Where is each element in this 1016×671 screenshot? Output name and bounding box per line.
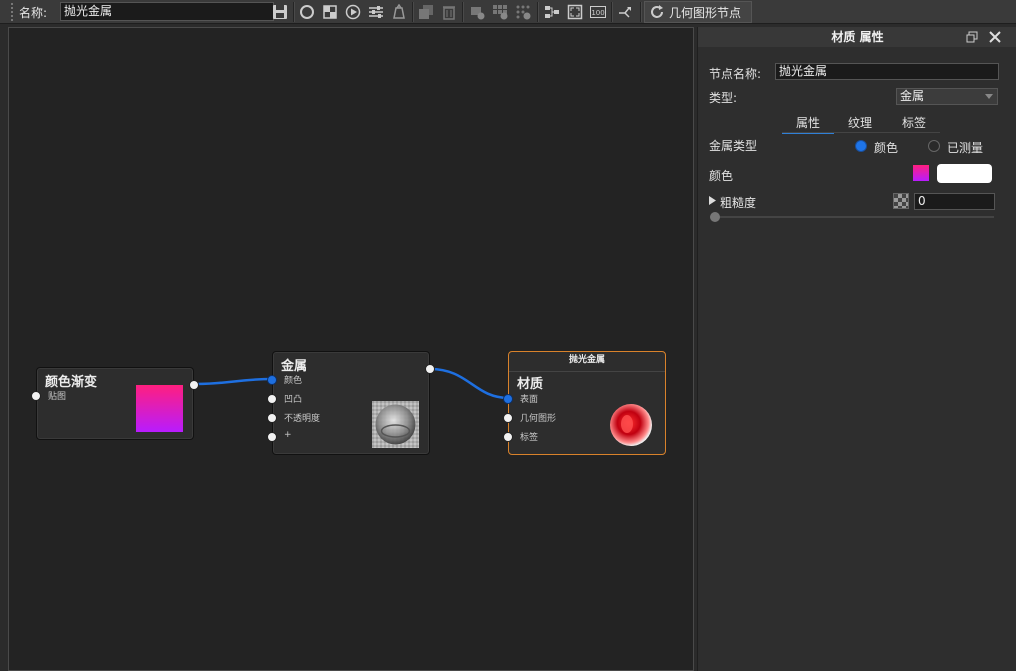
sliders-icon[interactable] (366, 2, 386, 22)
split-connection-icon[interactable] (616, 2, 636, 22)
roughness-slider-handle[interactable] (710, 212, 720, 222)
toolbar: 名称: 100 (0, 0, 1016, 24)
metal-color-port[interactable] (267, 375, 277, 385)
metal-type-label: 金属类型 (709, 139, 758, 153)
geometry-node-label: 几何图形节点 (669, 5, 742, 20)
color-picker-swatch[interactable] (937, 164, 992, 183)
metal-node-title: 金属 (281, 359, 308, 374)
chevron-down-icon (985, 94, 993, 99)
node-name-field[interactable]: 抛光金属 (775, 63, 999, 80)
tab-properties[interactable]: 属性 (782, 114, 834, 134)
copy-icon[interactable] (416, 2, 436, 22)
zoom-100-icon[interactable]: 100 (588, 2, 608, 22)
float-window-icon[interactable] (964, 29, 980, 45)
tab-texture[interactable]: 纹理 (836, 114, 884, 132)
metal-opacity-port[interactable] (267, 413, 277, 423)
metal-opacity-label: 不透明度 (284, 414, 321, 424)
metal-output-port[interactable] (425, 364, 435, 374)
material-surface-label: 表面 (520, 395, 539, 405)
checker-background-icon[interactable] (320, 2, 340, 22)
connection-wires (193, 367, 510, 400)
roughness-texture-icon[interactable] (893, 193, 909, 209)
material-surface-port[interactable] (503, 394, 513, 404)
material-geometry-label: 几何图形 (520, 414, 557, 424)
arrange-nodes-icon[interactable] (542, 2, 562, 22)
node-canvas[interactable]: 颜色渐变 贴图 金属 颜色 凹凸 不透明度 + 抛光金属 材质 表面 几何图形 … (8, 27, 694, 671)
expand-triangle-icon[interactable] (709, 196, 716, 205)
type-select[interactable]: 金属 (896, 88, 998, 105)
roughness-label: 粗糙度 (720, 196, 757, 210)
type-label: 类型: (709, 91, 738, 105)
save-icon[interactable] (270, 2, 290, 22)
gradient-output-port[interactable] (189, 380, 199, 390)
radio-measured[interactable] (928, 140, 940, 152)
fit-view-icon[interactable] (565, 2, 585, 22)
toolbar-grip[interactable] (11, 3, 13, 21)
wire-gradient-to-metal (193, 377, 274, 386)
color-texture-swatch[interactable] (913, 165, 929, 181)
metal-node[interactable]: 金属 颜色 凹凸 不透明度 + (267, 351, 435, 455)
roughness-value-field[interactable]: 0 (914, 193, 995, 210)
material-label-label: 标签 (520, 433, 539, 443)
play-icon[interactable] (343, 2, 363, 22)
gradient-map-port[interactable] (31, 391, 41, 401)
trash-icon[interactable] (439, 2, 459, 22)
metal-sphere-preview (372, 401, 419, 448)
wire-metal-to-material (429, 367, 510, 400)
metal-bump-label: 凹凸 (284, 395, 303, 405)
node-delete-icon[interactable] (467, 2, 487, 22)
node-name-label: 节点名称: (709, 67, 762, 81)
type-select-value: 金属 (900, 89, 925, 103)
node-dots-icon[interactable] (513, 2, 533, 22)
gradient-node-title: 颜色渐变 (45, 375, 98, 390)
material-node-title: 材质 (517, 377, 544, 392)
geometry-node-button[interactable]: 几何图形节点 (644, 1, 752, 23)
tab-underline (782, 132, 940, 133)
metal-add-label: + (284, 430, 292, 440)
name-input[interactable] (60, 2, 274, 21)
metal-color-label: 颜色 (284, 376, 303, 386)
material-geometry-port[interactable] (503, 413, 513, 423)
gradient-map-label: 贴图 (48, 392, 67, 402)
metal-bump-port[interactable] (267, 394, 277, 404)
gradient-node[interactable]: 颜色渐变 贴图 (31, 367, 199, 440)
material-sphere-preview (610, 404, 652, 446)
refresh-icon (651, 5, 663, 18)
name-label: 名称: (19, 6, 48, 20)
metal-add-port[interactable] (267, 432, 277, 442)
sphere-preview-icon[interactable] (297, 2, 317, 22)
material-node-header: 抛光金属 (509, 352, 665, 372)
roughness-slider-track[interactable] (710, 216, 994, 218)
svg-text:100: 100 (591, 9, 604, 17)
gradient-preview (136, 385, 183, 432)
material-label-port[interactable] (503, 432, 513, 442)
property-panel: 材质 属性 节点名称: 抛光金属 类型: 金属 属性 纹理 标签 金属类型 颜色… (697, 27, 1016, 671)
node-grid-icon[interactable] (490, 2, 510, 22)
tab-label[interactable]: 标签 (888, 114, 940, 132)
color-label: 颜色 (709, 169, 734, 183)
material-node[interactable]: 抛光金属 材质 表面 几何图形 标签 (503, 351, 666, 455)
bucket-icon[interactable] (389, 2, 409, 22)
radio-color[interactable] (855, 140, 867, 152)
radio-measured-label: 已测量 (947, 141, 984, 155)
radio-color-label: 颜色 (874, 141, 899, 155)
close-icon[interactable] (987, 29, 1003, 45)
